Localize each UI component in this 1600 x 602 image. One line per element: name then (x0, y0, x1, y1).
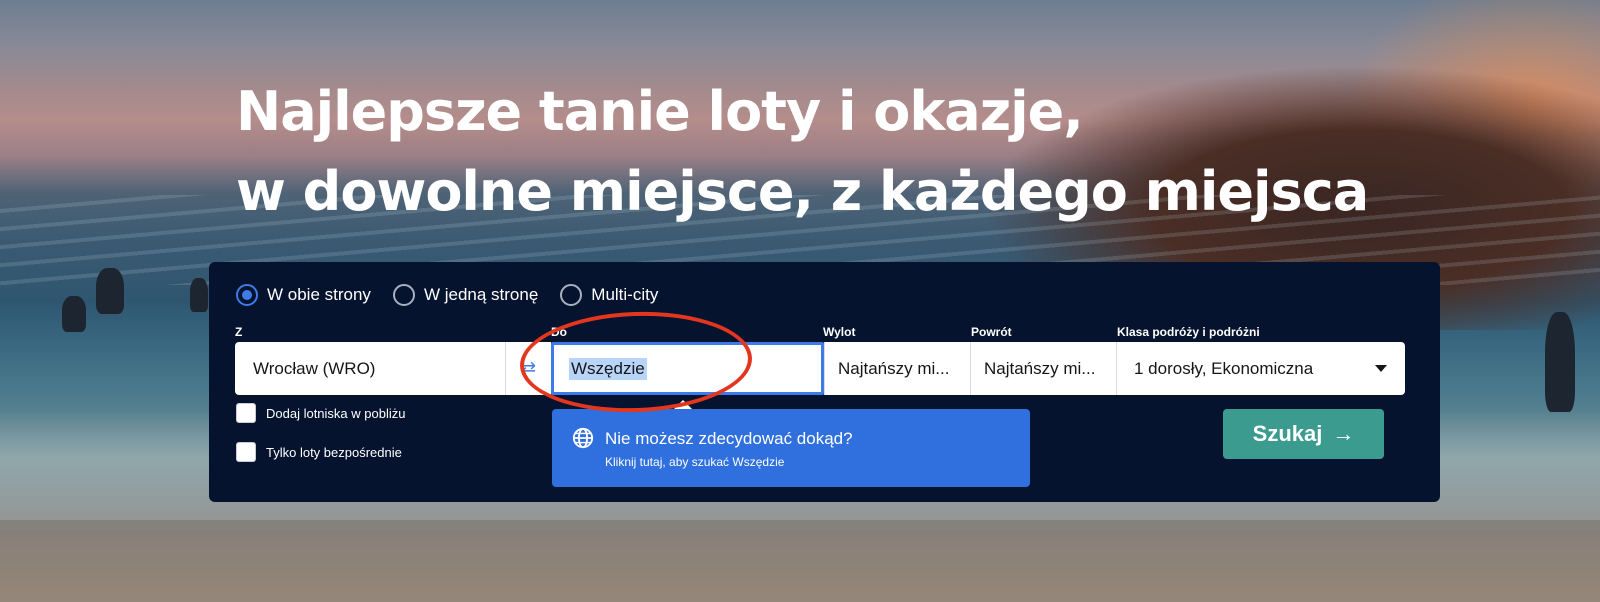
trip-type-label: W obie strony (267, 285, 371, 304)
hero-headline: Najlepsze tanie loty i okazje, w dowolne… (236, 72, 1486, 232)
hero-headline-line1: Najlepsze tanie loty i okazje, (236, 80, 1084, 143)
background-sand (0, 520, 1600, 602)
trip-type-multi-city[interactable]: Multi-city (560, 284, 658, 306)
direct-flights-label: Tylko loty bezpośrednie (266, 444, 402, 460)
background-swimmer (1545, 312, 1575, 412)
radio-button-checked[interactable] (236, 284, 258, 306)
search-everywhere-tooltip[interactable]: Nie możesz zdecydować dokąd? Kliknij tut… (552, 400, 1030, 487)
origin-input[interactable]: Wrocław (WRO) (235, 342, 505, 395)
tooltip-subtitle: Kliknij tutaj, aby szukać Wszędzie (605, 455, 785, 469)
nearby-airports-checkbox[interactable] (236, 403, 256, 423)
trip-type-one-way[interactable]: W jedną stronę (392, 284, 539, 306)
nearby-airports-label: Dodaj lotniska w pobliżu (266, 405, 406, 421)
radio-button[interactable] (560, 284, 583, 306)
radio-button[interactable] (392, 284, 415, 306)
flight-search-panel: W obie strony W jedną stronę Multi-city … (209, 262, 1440, 502)
search-button-label: Szukaj (1252, 421, 1323, 446)
return-label: Powrót (971, 325, 1012, 339)
nearby-airports-option[interactable]: Dodaj lotniska w pobliżu (236, 403, 405, 423)
direct-flights-checkbox[interactable] (236, 442, 256, 462)
trip-type-round-trip[interactable]: W obie strony (236, 284, 371, 306)
class-travellers-value: 1 dorosły, Ekonomiczna (1134, 358, 1314, 378)
depart-date-field[interactable]: Najtańszy mi... (824, 342, 970, 395)
return-date-field[interactable]: Najtańszy mi... (970, 342, 1116, 395)
tooltip-title: Nie możesz zdecydować dokąd? (605, 429, 853, 448)
background-swimmer (96, 268, 124, 314)
trip-type-selector: W obie strony W jedną stronę Multi-city (236, 284, 658, 306)
class-travellers-select[interactable]: 1 dorosły, Ekonomiczna (1116, 342, 1405, 395)
background-swimmer (190, 278, 208, 312)
arrow-right-icon: → (1332, 421, 1355, 446)
from-label: Z (235, 325, 243, 339)
hero-headline-line2: w dowolne miejsce, z każdego miejsca (236, 160, 1369, 223)
search-button[interactable]: Szukaj → (1223, 409, 1384, 459)
trip-type-label: Multi-city (591, 285, 659, 304)
background-swimmer (62, 296, 86, 332)
chevron-down-icon (1375, 365, 1387, 372)
class-travellers-label: Klasa podróży i podróżni (1117, 325, 1260, 339)
depart-label: Wylot (823, 325, 856, 339)
direct-flights-option[interactable]: Tylko loty bezpośrednie (236, 442, 402, 462)
trip-type-label: W jedną stronę (423, 285, 539, 304)
globe-icon (572, 427, 594, 449)
